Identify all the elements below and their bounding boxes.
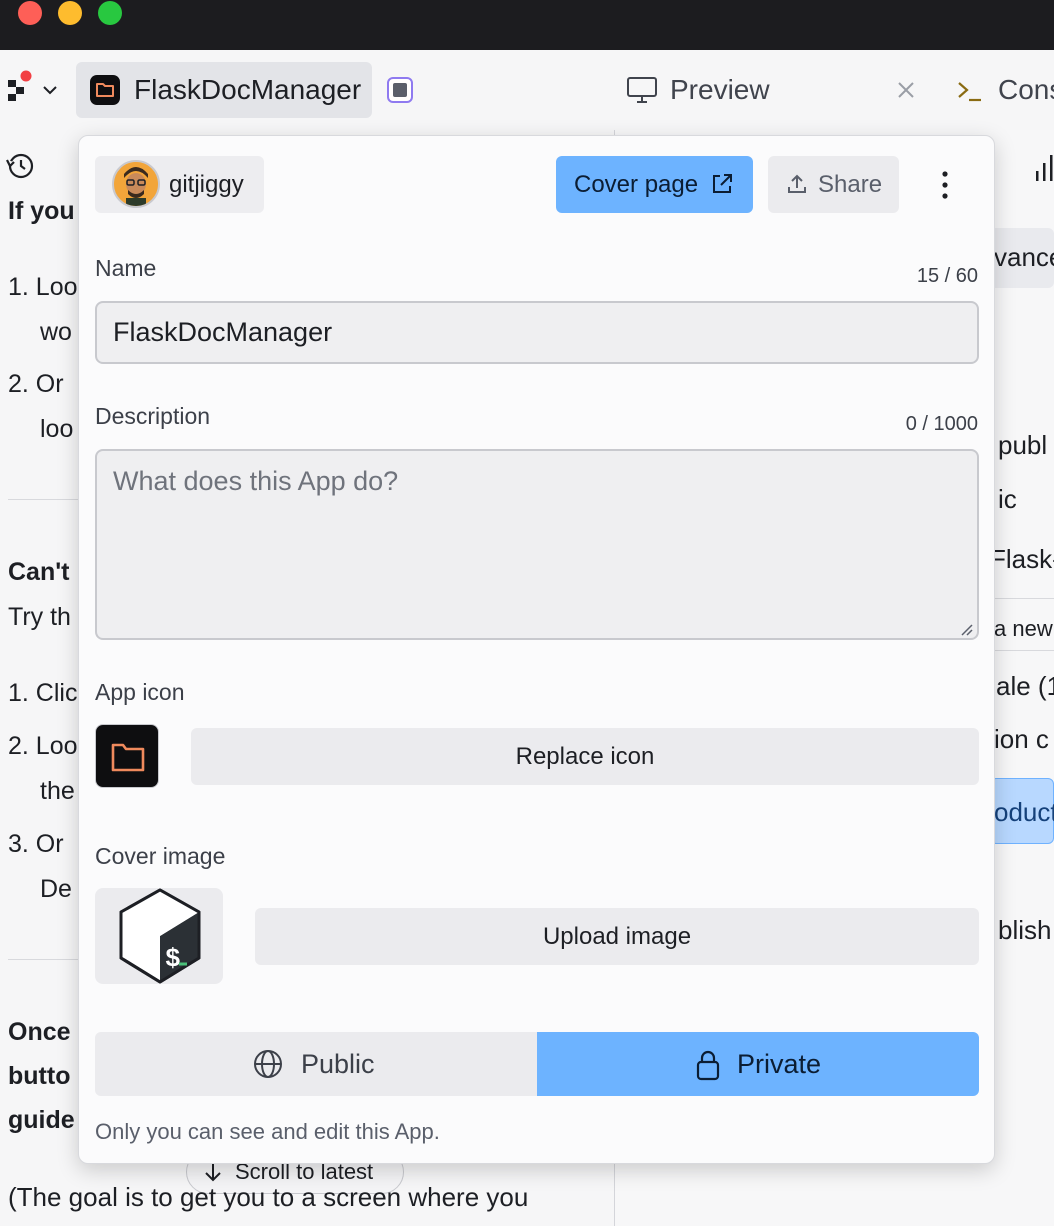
signal-bars-icon bbox=[1036, 155, 1053, 181]
more-options-icon[interactable] bbox=[930, 166, 960, 204]
visibility-private-option[interactable]: Private bbox=[537, 1032, 979, 1096]
tab-console[interactable]: Cons bbox=[998, 74, 1054, 106]
lock-icon bbox=[696, 1050, 720, 1081]
owner-name: gitjiggy bbox=[169, 171, 244, 198]
panel-text: Flask- bbox=[990, 544, 1054, 574]
guide-item: wo bbox=[40, 318, 72, 346]
app-folder-icon bbox=[90, 75, 120, 105]
panel-text: a new bbox=[994, 616, 1053, 641]
guide-item: 1. Loo bbox=[8, 273, 78, 301]
guide-item: loo bbox=[40, 415, 74, 443]
divider bbox=[990, 650, 1054, 651]
guide-heading: If you bbox=[8, 197, 75, 225]
description-textarea[interactable] bbox=[95, 449, 979, 640]
divider bbox=[8, 959, 78, 960]
cover-image-label: Cover image bbox=[95, 843, 226, 869]
upload-image-button[interactable]: Upload image bbox=[255, 908, 979, 965]
guide-item: 2. Loo bbox=[8, 732, 78, 760]
folder-icon bbox=[111, 743, 145, 772]
guide-text: Try th bbox=[8, 603, 71, 631]
replit-logo-icon[interactable] bbox=[8, 70, 34, 104]
close-window-button[interactable] bbox=[18, 1, 42, 25]
share-label: Share bbox=[818, 171, 883, 198]
stop-button[interactable] bbox=[387, 77, 413, 103]
minimize-window-button[interactable] bbox=[58, 1, 82, 25]
bash-logo-icon: $ bbox=[119, 888, 201, 984]
description-label: Description bbox=[95, 403, 211, 429]
window-titlebar bbox=[0, 0, 1054, 50]
app-icon-preview bbox=[95, 724, 159, 788]
cover-image-preview: $ bbox=[95, 888, 223, 984]
tab-preview[interactable]: Preview bbox=[670, 74, 770, 106]
terminal-prompt-icon bbox=[958, 82, 981, 102]
visibility-public-label: Public bbox=[301, 1049, 375, 1079]
guide-item: 2. Or bbox=[8, 370, 64, 398]
divider bbox=[8, 499, 78, 500]
advanced-label: vance bbox=[994, 242, 1054, 272]
visibility-private-label: Private bbox=[737, 1049, 822, 1079]
panel-text: ion c bbox=[994, 724, 1049, 754]
app-tab-label: FlaskDocManager bbox=[134, 74, 362, 105]
divider bbox=[990, 598, 1054, 599]
panel-text: ale (1 bbox=[996, 671, 1054, 701]
history-icon[interactable] bbox=[4, 150, 36, 182]
resize-grip-icon[interactable] bbox=[957, 620, 973, 636]
name-label: Name bbox=[95, 255, 157, 281]
app-name-input[interactable]: FlaskDocManager bbox=[95, 301, 979, 364]
globe-icon bbox=[254, 1050, 282, 1078]
guide-text: guide bbox=[8, 1106, 75, 1134]
name-char-counter: 15 / 60 bbox=[916, 265, 978, 287]
cover-page-label: Cover page bbox=[574, 171, 699, 198]
avatar bbox=[112, 160, 160, 208]
owner-chip[interactable]: gitjiggy bbox=[95, 156, 264, 213]
zoom-window-button[interactable] bbox=[98, 1, 122, 25]
guide-heading: Can't bbox=[8, 558, 70, 586]
external-link-icon bbox=[713, 174, 732, 193]
description-char-counter: 0 / 1000 bbox=[905, 413, 978, 435]
share-button[interactable]: Share bbox=[768, 156, 899, 213]
panel-text: ic bbox=[998, 484, 1017, 514]
guide-item: 3. Or bbox=[8, 830, 64, 858]
guide-text: butto bbox=[8, 1062, 71, 1090]
close-icon[interactable] bbox=[895, 79, 917, 101]
cover-page-button[interactable]: Cover page bbox=[556, 156, 753, 213]
guide-text: Once bbox=[8, 1018, 71, 1046]
guide-item: 1. Clic bbox=[8, 679, 78, 707]
panel-text: publ bbox=[998, 430, 1048, 460]
chevron-down-icon[interactable] bbox=[40, 80, 60, 100]
production-label: oduct bbox=[994, 797, 1054, 827]
monitor-icon bbox=[627, 77, 657, 103]
svg-text:$: $ bbox=[165, 944, 181, 974]
guide-item: De bbox=[40, 875, 72, 903]
publish-label[interactable]: blish bbox=[998, 915, 1051, 945]
app-name-tab[interactable]: FlaskDocManager bbox=[76, 62, 372, 118]
app-icon-label: App icon bbox=[95, 679, 185, 705]
replace-icon-button[interactable]: Replace icon bbox=[191, 728, 979, 785]
visibility-public-option[interactable]: Public bbox=[95, 1032, 537, 1096]
guide-text: (The goal is to get you to a screen wher… bbox=[8, 1182, 529, 1212]
arrow-down-icon bbox=[205, 1163, 221, 1182]
upload-share-icon bbox=[788, 174, 806, 193]
app-settings-modal: gitjiggy Cover page Share Name 15 / 60 F… bbox=[78, 135, 995, 1164]
guide-item: the bbox=[40, 777, 75, 805]
visibility-hint: Only you can see and edit this App. bbox=[95, 1119, 440, 1144]
